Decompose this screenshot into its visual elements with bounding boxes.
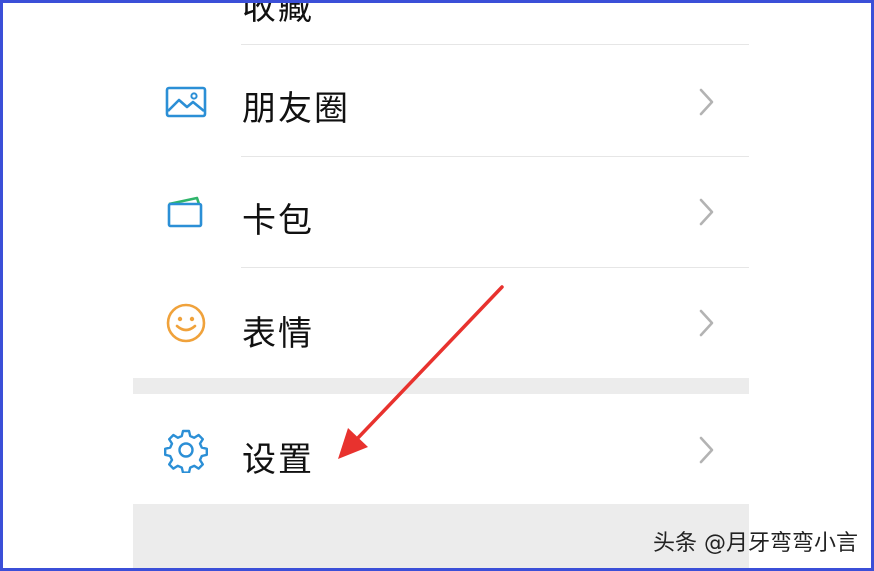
menu-item-cards[interactable]: 卡包: [133, 157, 749, 267]
chevron-right-icon: [699, 436, 714, 464]
section-gap: [133, 378, 749, 394]
image-icon: [165, 86, 207, 118]
menu-item-moments[interactable]: 朋友圈: [133, 45, 749, 155]
watermark: 头条 @月牙弯弯小言: [653, 531, 858, 556]
menu-item-settings[interactable]: 设置: [133, 394, 749, 504]
chevron-right-icon: [699, 198, 714, 226]
wechat-me-menu: 收藏 朋友圈 卡包 表情 设置: [133, 0, 749, 571]
menu-item-label: 设置: [242, 440, 314, 480]
menu-item-label: 朋友圈: [242, 89, 350, 129]
menu-item-label: 卡包: [242, 201, 314, 241]
smiley-face-icon: [166, 303, 206, 343]
chevron-right-icon: [699, 309, 714, 337]
favorites-cube-icon: [163, 0, 209, 4]
menu-item-label: 收藏: [242, 0, 314, 28]
gear-icon: [164, 429, 208, 473]
menu-item-stickers[interactable]: 表情: [133, 268, 749, 378]
wallet-card-icon: [167, 196, 203, 228]
menu-item-favorites[interactable]: 收藏: [133, 0, 749, 48]
chevron-right-icon: [699, 88, 714, 116]
menu-item-label: 表情: [242, 314, 314, 354]
